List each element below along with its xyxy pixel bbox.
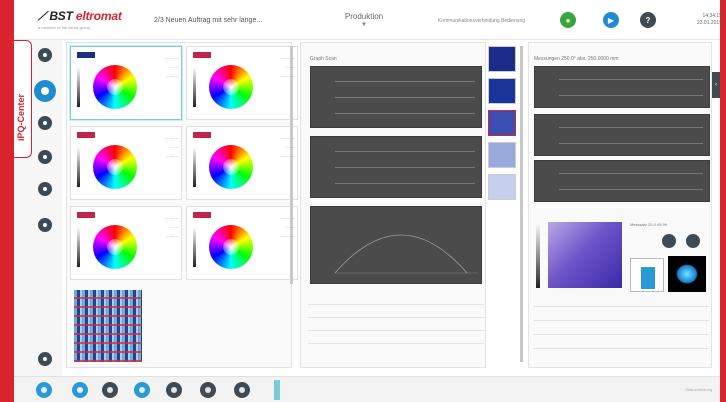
compass-icon[interactable]: [234, 382, 250, 398]
measurement-panel-title: Messungen 250.0° abs. 250.0000 mm: [534, 56, 619, 62]
values-table: [308, 296, 484, 362]
camera-icon[interactable]: [38, 182, 52, 196]
lightness-gauge: [193, 147, 196, 187]
lightness-gauge: [193, 227, 196, 267]
lightness-gauge: [77, 67, 80, 107]
active-marker: [274, 380, 280, 400]
brand-bar-right: [720, 0, 726, 402]
chevron-down-icon: ▼: [361, 22, 367, 28]
color-wheel: [209, 65, 253, 109]
color-swatch[interactable]: [488, 174, 516, 200]
color-wheel-icon[interactable]: [34, 80, 56, 102]
print-image-thumbnail[interactable]: [74, 290, 142, 362]
color-swatch[interactable]: [488, 78, 516, 104]
back-button[interactable]: [36, 382, 52, 398]
color-tile[interactable]: — — —— —— — —: [70, 46, 182, 120]
color-tag: [77, 132, 95, 138]
color-wheel: [209, 225, 253, 269]
tile-values: — — —— —— — —: [164, 55, 179, 78]
bottom-toolbar: Statusmeldung: [14, 376, 720, 402]
measurement-chart-2: [534, 114, 710, 156]
help-button[interactable]: ?: [640, 12, 656, 28]
profile-chart: [310, 206, 482, 284]
toolbar-button[interactable]: [102, 382, 118, 398]
connection-status: Kommunikationsverbindung Bedienung: [438, 18, 526, 24]
color-wheel: [93, 225, 137, 269]
toolbar-button[interactable]: [72, 382, 88, 398]
color-swatch[interactable]: [488, 142, 516, 168]
tile-values: — — —— —— — —: [164, 215, 179, 238]
color-tile[interactable]: — — —— —— — —: [186, 46, 298, 120]
color-tag: [193, 212, 211, 218]
eye-icon[interactable]: [200, 382, 216, 398]
color-tile[interactable]: — — —— —— — —: [186, 126, 298, 200]
status-message: Statusmeldung: [685, 387, 712, 392]
color-tile[interactable]: — — —— —— — —: [70, 206, 182, 280]
measurement-table: [534, 296, 710, 362]
info-icon[interactable]: [38, 116, 52, 130]
play-button[interactable]: ▶: [603, 12, 619, 28]
color-wheel: [93, 145, 137, 189]
export-icon[interactable]: [686, 234, 700, 248]
collapse-panel-button[interactable]: ‹: [712, 72, 720, 98]
color-wheel: [93, 65, 137, 109]
color-tile[interactable]: — — —— —— — —: [70, 126, 182, 200]
color-swatch[interactable]: [488, 110, 516, 136]
bar: [641, 267, 655, 289]
save-icon[interactable]: [38, 352, 52, 366]
color-tag: [77, 52, 95, 58]
clock: 14:34:15 23.01.2019: [696, 13, 722, 26]
color-scatter-plot: [548, 222, 622, 288]
profile-curve: [334, 234, 477, 274]
brand-bar-left: [0, 0, 14, 402]
toolbar-button[interactable]: [134, 382, 150, 398]
lightness-gauge: [193, 67, 196, 107]
measurement-chart-3: [534, 160, 710, 202]
scrollbar[interactable]: [520, 46, 523, 362]
line-chart-2: [310, 136, 482, 198]
settings-icon[interactable]: [38, 150, 52, 164]
refresh-icon[interactable]: [662, 234, 676, 248]
measurement-chart-1: [534, 66, 710, 108]
bar-chart: [630, 258, 664, 292]
color-tile[interactable]: — — —— —— — —: [186, 206, 298, 280]
color-swatch[interactable]: [488, 46, 516, 72]
mode-dropdown[interactable]: Produktion ▼: [334, 12, 394, 28]
connection-indicator-icon[interactable]: ●: [560, 12, 576, 28]
header: ⟋ BST eltromat a member of the elexis gr…: [14, 0, 722, 40]
scrollbar[interactable]: [290, 46, 293, 284]
ipq-center-tab[interactable]: iPQ-Center: [14, 40, 32, 158]
tile-values: — — —— —— — —: [164, 135, 179, 158]
density-preview: [668, 256, 706, 292]
scatter-meta: Messsatz 20.0 49.99: [630, 222, 667, 227]
graph-panel-title: Graph Scan: [310, 56, 337, 62]
color-tag: [193, 132, 211, 138]
power-icon[interactable]: [38, 218, 52, 232]
app-window: ⟋ BST eltromat a member of the elexis gr…: [0, 0, 726, 402]
toolbar-button[interactable]: [166, 382, 182, 398]
color-tag: [77, 212, 95, 218]
order-title[interactable]: 2/3 Neuen Auftrag mit sehr lange...: [154, 17, 262, 24]
lightness-gauge: [77, 147, 80, 187]
lightness-gauge: [77, 227, 80, 267]
company-logo: ⟋ BST eltromat a member of the elexis gr…: [38, 9, 122, 30]
color-tag: [193, 52, 211, 58]
color-wheel: [209, 145, 253, 189]
line-chart-1: [310, 66, 482, 128]
monitor-icon[interactable]: [38, 48, 52, 62]
lightness-gauge: [536, 222, 540, 288]
